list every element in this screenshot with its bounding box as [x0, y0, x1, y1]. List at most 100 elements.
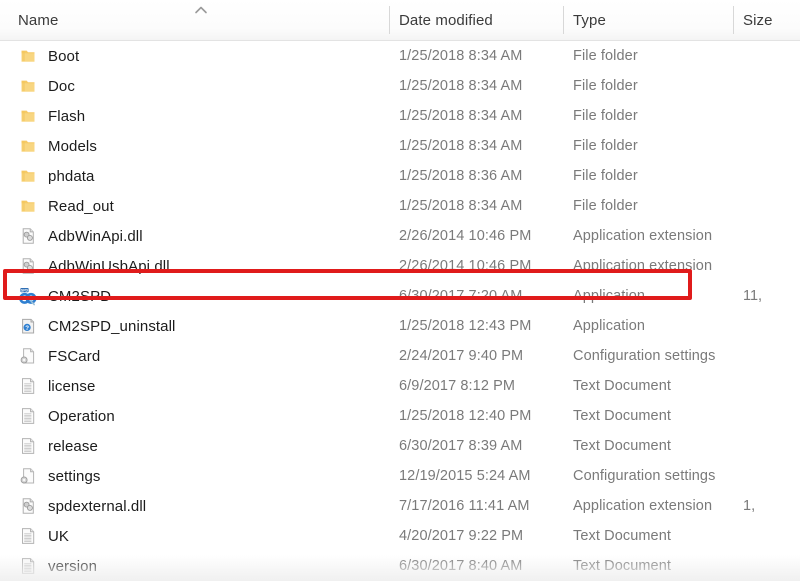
- file-type-cell: File folder: [573, 191, 743, 221]
- date-modified-label: 1/25/2018 8:36 AM: [399, 168, 522, 184]
- folder-icon: [18, 106, 38, 126]
- file-name-cell[interactable]: AdbWinApi.dll: [18, 221, 383, 251]
- file-list: Boot1/25/2018 8:34 AMFile folderDoc1/25/…: [0, 41, 800, 581]
- file-size-cell: [743, 251, 800, 281]
- file-name-label: license: [48, 378, 95, 395]
- file-type-label: File folder: [573, 168, 638, 184]
- file-name-cell[interactable]: phdata: [18, 161, 383, 191]
- file-name-cell[interactable]: release: [18, 431, 383, 461]
- file-type-cell: Text Document: [573, 371, 743, 401]
- table-row[interactable]: settings 12/19/2015 5:24 AM Configuration …: [0, 461, 800, 491]
- date-modified-cell: 1/25/2018 8:36 AM: [399, 161, 559, 191]
- file-size-cell: [743, 521, 800, 551]
- column-header-size[interactable]: Size: [743, 0, 773, 40]
- table-row[interactable]: ?CM2SPD_uninstall1/25/2018 12:43 PMAppli…: [0, 311, 800, 341]
- date-modified-cell: 12/19/2015 5:24 AM: [399, 461, 559, 491]
- file-name-cell[interactable]: license: [18, 371, 383, 401]
- table-row[interactable]: AdbWinApi.dll2/26/2014 10:46 PMApplicati…: [0, 221, 800, 251]
- table-row[interactable]: spdexternal.dll7/17/2016 11:41 AMApplica…: [0, 491, 800, 521]
- file-name-cell[interactable]: UK: [18, 521, 383, 551]
- file-name-cell[interactable]: ?CM2SPD_uninstall: [18, 311, 383, 341]
- file-name-label: AdbWinApi.dll: [48, 228, 143, 245]
- config-file-icon: [18, 346, 38, 366]
- date-modified-cell: 6/30/2017 7:20 AM: [399, 281, 559, 311]
- table-row[interactable]: Read_out 1/25/2018 8:34 AM File folder: [0, 191, 800, 221]
- file-name-cell[interactable]: FSCard: [18, 341, 383, 371]
- column-header-name[interactable]: Name: [18, 0, 58, 40]
- column-divider-type-size[interactable]: [733, 6, 734, 34]
- file-name-cell[interactable]: Operation: [18, 401, 383, 431]
- date-modified-label: 1/25/2018 12:40 PM: [399, 408, 531, 424]
- table-row[interactable]: Boot1/25/2018 8:34 AMFile folder: [0, 41, 800, 71]
- file-explorer-list-view: Name Date modified Type Size Boot1/25/20…: [0, 0, 800, 581]
- file-size-cell: 1,: [743, 491, 800, 521]
- table-row[interactable]: SPDCM2SPD 6/30/2017 7:20 AM Application 11,: [0, 281, 800, 311]
- file-name-cell[interactable]: SPDCM2SPD: [18, 281, 383, 311]
- file-name-cell[interactable]: spdexternal.dll: [18, 491, 383, 521]
- file-name-cell[interactable]: Models: [18, 131, 383, 161]
- table-row[interactable]: FSCard2/24/2017 9:40 PMConfiguration set…: [0, 341, 800, 371]
- file-type-label: File folder: [573, 138, 638, 154]
- file-name-cell[interactable]: Boot: [18, 41, 383, 71]
- file-name-label: spdexternal.dll: [48, 498, 146, 515]
- file-type-cell: File folder: [573, 101, 743, 131]
- text-document-icon: [18, 526, 38, 546]
- dll-icon: [18, 496, 38, 516]
- config-file-icon: [18, 466, 38, 486]
- file-type-cell: File folder: [573, 161, 743, 191]
- file-type-cell: Configuration settings: [573, 461, 743, 491]
- column-header-name-label: Name: [18, 12, 58, 29]
- file-name-cell[interactable]: AdbWinUsbApi.dll: [18, 251, 383, 281]
- file-size-cell: [743, 311, 800, 341]
- table-row[interactable]: AdbWinUsbApi.dll2/26/2014 10:46 PMApplic…: [0, 251, 800, 281]
- table-row[interactable]: Models 1/25/2018 8:34 AM File folder: [0, 131, 800, 161]
- column-header-type[interactable]: Type: [573, 0, 606, 40]
- file-name-label: Flash: [48, 108, 85, 125]
- file-size-cell: [743, 431, 800, 461]
- date-modified-cell: 1/25/2018 8:34 AM: [399, 101, 559, 131]
- table-row[interactable]: Flash 1/25/2018 8:34 AM File folder: [0, 101, 800, 131]
- table-row[interactable]: license6/9/2017 8:12 PMText Document: [0, 371, 800, 401]
- column-divider-name-date[interactable]: [389, 6, 390, 34]
- file-type-cell: Application extension: [573, 491, 743, 521]
- date-modified-label: 1/25/2018 8:34 AM: [399, 138, 522, 154]
- table-row[interactable]: Doc1/25/2018 8:34 AMFile folder: [0, 71, 800, 101]
- file-name-cell[interactable]: Flash: [18, 101, 383, 131]
- svg-text:SPD: SPD: [21, 288, 29, 292]
- dll-icon: [18, 256, 38, 276]
- file-name-cell[interactable]: settings: [18, 461, 383, 491]
- date-modified-label: 1/25/2018 8:34 AM: [399, 198, 522, 214]
- file-size-label: 11,: [743, 288, 762, 304]
- column-header-date-modified[interactable]: Date modified: [399, 0, 493, 40]
- file-name-label: release: [48, 438, 98, 455]
- file-type-label: File folder: [573, 108, 638, 124]
- date-modified-cell: 6/30/2017 8:39 AM: [399, 431, 559, 461]
- column-header-size-label: Size: [743, 12, 773, 29]
- file-name-label: Operation: [48, 408, 115, 425]
- file-name-label: UK: [48, 528, 69, 545]
- date-modified-label: 6/30/2017 8:39 AM: [399, 438, 522, 454]
- file-name-cell[interactable]: Doc: [18, 71, 383, 101]
- file-size-cell: [743, 191, 800, 221]
- column-header-type-label: Type: [573, 12, 606, 29]
- file-size-cell: [743, 401, 800, 431]
- uninstaller-app-icon: ?: [18, 316, 38, 336]
- sort-ascending-icon[interactable]: [193, 5, 209, 17]
- file-name-label: phdata: [48, 168, 94, 185]
- file-type-cell: File folder: [573, 131, 743, 161]
- date-modified-label: 1/25/2018 12:43 PM: [399, 318, 531, 334]
- text-document-icon: [18, 376, 38, 396]
- file-size-cell: [743, 341, 800, 371]
- column-divider-date-type[interactable]: [563, 6, 564, 34]
- table-row[interactable]: release6/30/2017 8:39 AMText Document: [0, 431, 800, 461]
- date-modified-cell: 4/20/2017 9:22 PM: [399, 521, 559, 551]
- bottom-fade: [0, 555, 800, 581]
- svg-text:?: ?: [25, 325, 29, 332]
- file-type-label: Application: [573, 288, 645, 304]
- table-row[interactable]: Operation1/25/2018 12:40 PMText Document: [0, 401, 800, 431]
- table-row[interactable]: phdata 1/25/2018 8:36 AM File folder: [0, 161, 800, 191]
- file-name-cell[interactable]: Read_out: [18, 191, 383, 221]
- table-row[interactable]: UK 4/20/2017 9:22 PM Text Document: [0, 521, 800, 551]
- file-type-cell: Text Document: [573, 521, 743, 551]
- file-type-label: Application extension: [573, 498, 712, 514]
